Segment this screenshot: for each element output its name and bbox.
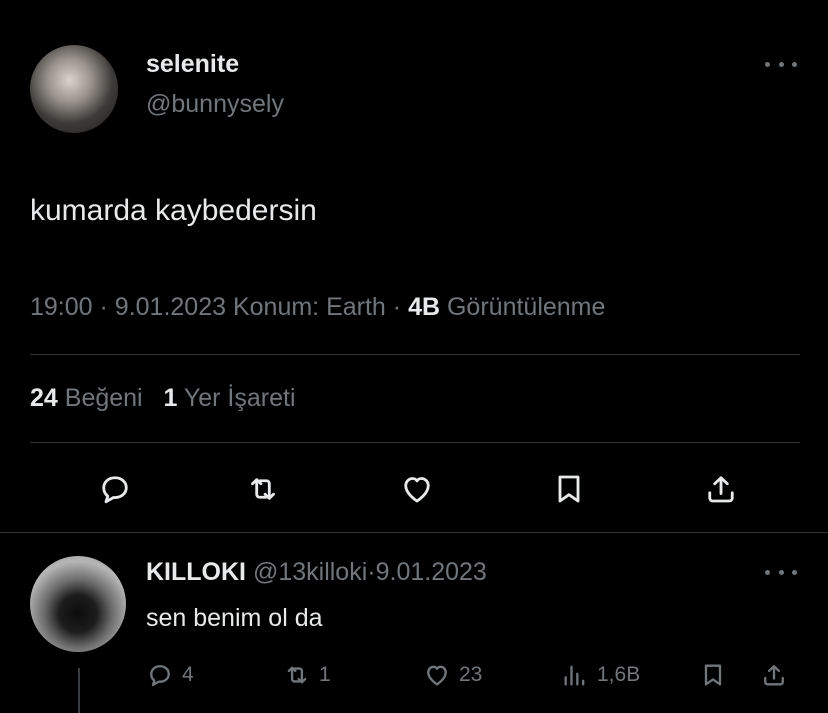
tweet-date[interactable]: 9.01.2023 — [115, 293, 226, 321]
reply-reply-button[interactable]: 4 — [146, 661, 194, 689]
share-icon[interactable] — [703, 471, 739, 507]
views-label[interactable]: Görüntülenme — [447, 293, 605, 321]
tweet-meta: 19:00 · 9.01.2023 Konum: Earth · 4B Görü… — [30, 293, 605, 322]
reply-share-button[interactable] — [760, 661, 788, 689]
reply-header: KILLOKI @13killoki·9.01.2023 — [146, 558, 487, 587]
views-count[interactable]: 4B — [408, 293, 440, 321]
reply-like-button[interactable]: 23 — [423, 661, 482, 689]
bookmark-icon[interactable] — [551, 471, 587, 507]
reply-more-options-icon[interactable] — [765, 566, 797, 578]
more-options-icon[interactable] — [765, 58, 797, 70]
reply-icon[interactable] — [97, 471, 133, 507]
thread-line — [78, 668, 80, 713]
reply-views-button[interactable]: 1,6B — [561, 661, 640, 689]
tweet-time[interactable]: 19:00 — [30, 293, 93, 321]
reply-display-name[interactable]: KILLOKI — [146, 558, 246, 586]
separator: · — [99, 293, 108, 321]
like-icon[interactable] — [399, 471, 435, 507]
retweet-count: 1 — [319, 663, 331, 686]
bookmark-icon — [704, 664, 722, 686]
retweet-icon[interactable] — [245, 471, 281, 507]
tweet-location: Konum: Earth — [232, 293, 386, 321]
reply-retweet-button[interactable]: 1 — [283, 661, 331, 689]
separator: · — [367, 558, 376, 586]
separator: · — [392, 293, 402, 321]
views-icon — [564, 665, 585, 686]
divider — [30, 354, 800, 355]
divider — [30, 442, 800, 443]
reply-avatar[interactable] — [30, 556, 126, 652]
user-handle[interactable]: @bunnysely — [146, 90, 284, 119]
likes-label[interactable]: Beğeni — [65, 384, 143, 412]
reply-text: sen benim ol da — [146, 604, 323, 632]
reply-handle[interactable]: @13killoki — [253, 558, 367, 586]
share-icon — [764, 665, 784, 686]
reply-icon — [150, 665, 170, 687]
display-name[interactable]: selenite — [146, 50, 239, 79]
likes-count[interactable]: 24 — [30, 384, 58, 412]
tweet-text: kumarda kaybedersin — [30, 194, 317, 227]
views-count: 1,6B — [597, 663, 641, 686]
tweet-stats: 24 Beğeni 1 Yer İşareti — [30, 384, 296, 413]
like-count: 23 — [459, 663, 483, 686]
retweet-icon — [287, 666, 307, 684]
reply-date[interactable]: 9.01.2023 — [376, 558, 487, 586]
divider — [0, 532, 828, 533]
bookmarks-count[interactable]: 1 — [163, 384, 177, 412]
bookmarks-label[interactable]: Yer İşareti — [184, 384, 296, 412]
reply-count: 4 — [182, 663, 194, 686]
avatar[interactable] — [30, 45, 118, 133]
reply-bookmark-button[interactable] — [699, 661, 727, 689]
like-icon — [427, 665, 447, 686]
